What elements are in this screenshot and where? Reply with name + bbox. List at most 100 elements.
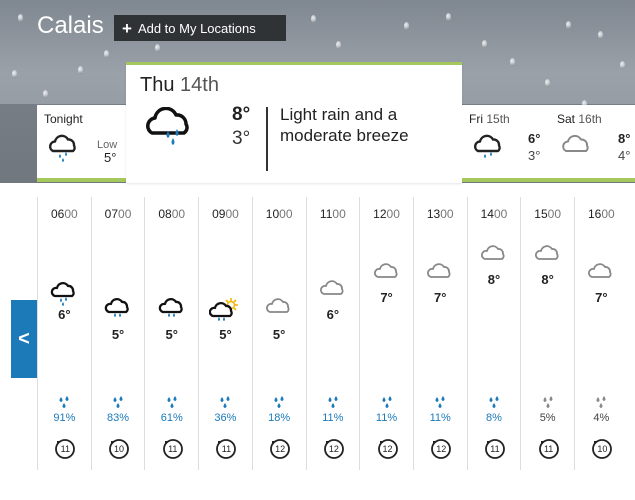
- hour-column[interactable]: 0700 5° 83% 10: [90, 197, 145, 470]
- wind-speed: 11: [168, 444, 178, 454]
- wind-direction-icon: 11: [162, 438, 183, 459]
- hour-time: 0800: [145, 207, 198, 221]
- hour-mm: 00: [332, 207, 346, 221]
- grey-cloud-icon: [426, 262, 454, 287]
- hour-temp: 6°: [58, 307, 71, 322]
- raindrop: [446, 13, 451, 21]
- hour-column[interactable]: 0600 6° 91% 11: [37, 197, 91, 470]
- hour-hh: 12: [373, 207, 387, 221]
- fri-low-temp: 3°: [528, 148, 541, 163]
- hour-hh: 11: [319, 207, 333, 221]
- sun-cloud-icon: [209, 297, 241, 328]
- hour-temp: 5°: [272, 327, 286, 342]
- wind-speed: 12: [436, 444, 447, 454]
- sat-label: Sat 16th: [557, 112, 602, 126]
- weather-description: Light rain and a moderate breeze: [280, 105, 409, 145]
- day-tab-sat[interactable]: Sat 16th 8° 4°: [550, 105, 635, 182]
- wind-speed: 11: [490, 444, 500, 454]
- raindrop: [78, 66, 83, 74]
- add-location-label: Add to My Locations: [137, 20, 256, 36]
- hour-hh: 13: [426, 207, 441, 221]
- hour-temp: 7°: [595, 290, 608, 305]
- hour-column[interactable]: 1400 8° 8% 11: [466, 197, 521, 470]
- wind-speed: 10: [597, 444, 608, 454]
- rain-probability: 11%: [375, 412, 398, 424]
- hour-mm: 00: [225, 207, 239, 221]
- fri-label: Fri 15th: [469, 112, 510, 126]
- hour-column[interactable]: 1100 6° 11% 12: [305, 197, 360, 470]
- hour-time: 1000: [253, 207, 306, 221]
- add-to-my-locations-button[interactable]: + Add to My Locations: [114, 15, 286, 41]
- day-tab-tonight[interactable]: Tonight Low 5°: [37, 105, 126, 182]
- grey-cloud-icon: [480, 244, 508, 269]
- hour-time: 1300: [414, 207, 467, 221]
- hour-mm: 00: [601, 207, 615, 221]
- hour-mm: 00: [64, 207, 78, 221]
- hourly-forecast: 0600 6° 91% 11 0700 5° 83% 10 0800 5° 61% 11 0900 5° 3…: [37, 197, 635, 470]
- raindrop: [18, 14, 23, 22]
- fri-high-temp: 6°: [528, 131, 541, 146]
- day-tab-active[interactable]: Thu 14th 8° 3° Light rain and a moderate…: [126, 62, 462, 183]
- hour-hh: 08: [158, 207, 172, 221]
- fri-date: 15th: [486, 112, 510, 126]
- light-rain-cloud-icon: [472, 133, 506, 168]
- rain-probability: 61%: [160, 412, 183, 424]
- wind-speed: 12: [275, 444, 286, 454]
- city-name: Calais: [37, 12, 104, 39]
- hour-column[interactable]: 1500 8° 5% 11: [520, 197, 574, 470]
- hour-mm: 00: [171, 207, 186, 221]
- hour-column[interactable]: 1200 7° 11% 12: [359, 197, 413, 470]
- wind-direction-icon: 12: [430, 438, 452, 459]
- wind-speed: 11: [221, 444, 232, 454]
- hour-time: 1500: [521, 207, 574, 221]
- wind-direction-icon: 11: [54, 438, 76, 459]
- light-rain-cloud-icon: [47, 133, 81, 168]
- wind-speed: 12: [382, 444, 393, 454]
- hour-mm: 00: [440, 207, 454, 221]
- active-day-title: Thu 14th: [140, 74, 219, 97]
- chevron-left-icon: <: [18, 327, 30, 350]
- wind-speed: 11: [543, 444, 554, 454]
- hour-mm: 00: [493, 207, 508, 221]
- raindrop: [104, 50, 109, 58]
- grey-cloud-icon: [534, 244, 562, 269]
- hour-column[interactable]: 0800 5° 61% 11: [144, 197, 198, 470]
- raindrop: [12, 70, 17, 78]
- hour-hh: 15: [534, 207, 548, 221]
- sat-low-temp: 4°: [618, 148, 631, 163]
- wind-speed: 12: [328, 444, 339, 454]
- wind-direction-icon: 10: [108, 438, 129, 459]
- rain-probability: 18%: [268, 412, 291, 424]
- hour-temp: 5°: [111, 327, 125, 342]
- raindrop: [404, 22, 409, 30]
- hour-time: 0700: [92, 207, 145, 221]
- hour-hh: 07: [104, 207, 119, 221]
- tonight-label: Tonight: [44, 112, 83, 126]
- hour-column[interactable]: 0900 5° 36% 11: [198, 197, 252, 470]
- rain-probability: 5%: [539, 412, 556, 424]
- wind-direction-icon: 12: [377, 438, 398, 459]
- hour-mm: 00: [547, 207, 561, 221]
- hour-column[interactable]: 1600 7° 4% 10: [574, 197, 628, 470]
- raindrop: [482, 40, 487, 48]
- hour-column[interactable]: 1300 7° 11% 12: [412, 197, 467, 470]
- previous-arrow-button[interactable]: <: [11, 300, 37, 378]
- wind-speed: 10: [114, 444, 125, 454]
- raindrop: [155, 44, 160, 52]
- hour-time: 1400: [468, 207, 521, 221]
- hour-column[interactable]: 1000 5° 18% 12: [251, 197, 306, 470]
- rain-probability: 11%: [322, 412, 344, 424]
- raindrop: [510, 58, 515, 66]
- day-tab-fri[interactable]: Fri 15th 6° 3°: [462, 105, 550, 182]
- fri-day: Fri: [469, 112, 483, 126]
- rain-probability: 8%: [485, 412, 502, 424]
- wind-direction-icon: 12: [269, 438, 291, 459]
- rain-probability: 4%: [593, 412, 610, 424]
- wind-direction-icon: 10: [591, 438, 613, 459]
- hour-hh: 16: [587, 207, 602, 221]
- raindrop: [620, 61, 625, 69]
- hour-temp: 5°: [165, 327, 178, 342]
- cloud-outline-icon: [158, 297, 186, 324]
- plus-icon: +: [122, 18, 132, 38]
- hour-time: 1200: [360, 207, 413, 221]
